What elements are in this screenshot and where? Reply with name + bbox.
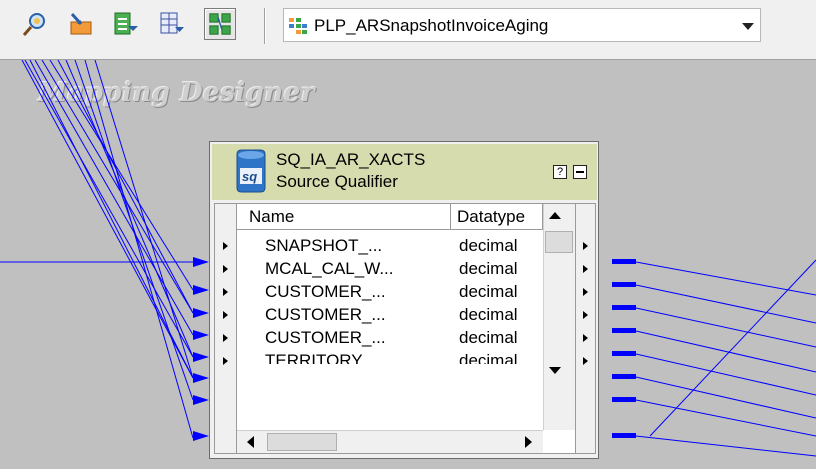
horizontal-scroll-thumb[interactable] (267, 433, 337, 451)
mapping-designer-button[interactable] (204, 8, 236, 40)
source-qualifier-icon: sq (236, 149, 266, 193)
source-qualifier-transformation[interactable]: sq SQ_IA_AR_XACTS Source Qualifier ? Nam… (209, 141, 599, 459)
link-arrowhead (193, 373, 209, 383)
link-line (57, 60, 194, 314)
toolbar-separator (264, 8, 266, 44)
link-arrowhead (193, 285, 209, 295)
mapping-icon (289, 18, 307, 34)
input-port-marker[interactable] (223, 311, 228, 319)
link-line (635, 284, 816, 324)
link-line (41, 60, 194, 314)
link-arrowhead (193, 431, 209, 441)
mapping-designer-icon (209, 13, 231, 35)
scroll-left-icon[interactable] (247, 436, 254, 448)
column-header-name[interactable]: Name (237, 204, 451, 230)
link-arrowhead (193, 257, 209, 267)
port-datatype: decimal (459, 236, 518, 255)
input-port-marker[interactable] (223, 265, 228, 273)
port-datatype: decimal (459, 328, 518, 347)
port-datatype: decimal (459, 351, 518, 364)
input-port-marker[interactable] (223, 357, 228, 365)
output-link-stub (612, 351, 636, 356)
output-link-stub (612, 397, 636, 402)
vertical-scrollbar[interactable] (543, 204, 575, 430)
help-button[interactable]: ? (553, 165, 567, 179)
transformation-name: SQ_IA_AR_XACTS (276, 150, 426, 169)
output-link-stub (612, 328, 636, 333)
chevron-down-icon[interactable] (742, 23, 754, 30)
link-arrowhead (193, 395, 209, 405)
horizontal-scrollbar[interactable] (237, 430, 543, 453)
link-line (635, 435, 816, 457)
port-name: MCAL_CAL_W... (265, 259, 394, 278)
port-row[interactable]: TERRITORY_... decimal (237, 350, 543, 364)
transformation-developer-icon (114, 12, 138, 35)
mapplet-designer-button[interactable] (156, 8, 188, 40)
output-port-marker[interactable] (583, 242, 588, 250)
port-row[interactable]: SNAPSHOT_... decimal (237, 235, 543, 258)
mapping-canvas[interactable]: Mapping Designer sq SQ_IA_AR_XACTS Sourc… (0, 60, 816, 469)
link-arrowhead (193, 352, 209, 362)
link-line (635, 399, 816, 437)
link-line (49, 60, 194, 291)
output-port-marker[interactable] (583, 288, 588, 296)
link-arrowhead (193, 330, 209, 340)
link-arrowhead (193, 308, 209, 318)
port-datatype: decimal (459, 282, 518, 301)
port-datatype: decimal (459, 305, 518, 324)
designer-toolbar: PLP_ARSnapshotInvoiceAging (0, 0, 816, 60)
scroll-up-icon[interactable] (549, 212, 561, 219)
input-port-marker[interactable] (223, 334, 228, 342)
mapping-selector-value: PLP_ARSnapshotInvoiceAging (314, 16, 549, 35)
port-name: CUSTOMER_... (265, 305, 386, 324)
link-line (65, 60, 194, 358)
svg-text:sq: sq (242, 169, 257, 184)
link-line (649, 259, 816, 437)
output-link-stub (612, 374, 636, 379)
port-name: CUSTOMER_... (265, 328, 386, 347)
minimize-button[interactable] (573, 165, 587, 179)
link-line (34, 60, 194, 336)
target-designer-button[interactable] (65, 8, 97, 40)
port-row[interactable]: CUSTOMER_... decimal (237, 304, 543, 327)
output-link-stub (612, 433, 636, 438)
port-datatype: decimal (459, 259, 518, 278)
mapplet-designer-icon (160, 12, 184, 34)
transformation-developer-button[interactable] (110, 8, 142, 40)
scroll-right-icon[interactable] (525, 436, 532, 448)
source-analyzer-icon (22, 13, 45, 36)
output-port-marker[interactable] (583, 334, 588, 342)
port-name: SNAPSHOT_... (265, 236, 383, 255)
mapping-selector-dropdown[interactable]: PLP_ARSnapshotInvoiceAging (283, 8, 761, 42)
input-port-marker[interactable] (223, 242, 228, 250)
target-designer-icon (70, 12, 92, 35)
output-link-stub (612, 305, 636, 310)
port-row[interactable]: CUSTOMER_... decimal (237, 327, 543, 350)
transformation-header[interactable]: sq SQ_IA_AR_XACTS Source Qualifier ? (212, 144, 597, 200)
scroll-down-icon[interactable] (549, 367, 561, 374)
vertical-scroll-thumb[interactable] (545, 231, 573, 253)
port-row[interactable]: CUSTOMER_... decimal (237, 281, 543, 304)
input-port-marker[interactable] (223, 288, 228, 296)
link-line (635, 261, 816, 296)
link-line (635, 307, 816, 348)
link-line (635, 376, 816, 419)
output-port-marker[interactable] (583, 265, 588, 273)
output-link-stub (612, 282, 636, 287)
transformation-type: Source Qualifier (276, 172, 398, 191)
link-line (94, 60, 194, 379)
link-line (635, 330, 816, 373)
source-analyzer-button[interactable] (19, 8, 51, 40)
column-header-datatype[interactable]: Datatype (451, 204, 543, 230)
port-name: CUSTOMER_... (265, 282, 386, 301)
output-port-marker[interactable] (583, 357, 588, 365)
link-line (635, 353, 816, 396)
port-row[interactable]: MCAL_CAL_W... decimal (237, 258, 543, 281)
output-link-stub (612, 259, 636, 264)
link-line (84, 60, 194, 439)
port-name: TERRITORY_... (265, 351, 387, 364)
output-port-marker[interactable] (583, 311, 588, 319)
link-line (21, 60, 194, 379)
ports-grid[interactable]: Name Datatype SNAPSHOT_... decimal MCAL_… (214, 203, 596, 454)
